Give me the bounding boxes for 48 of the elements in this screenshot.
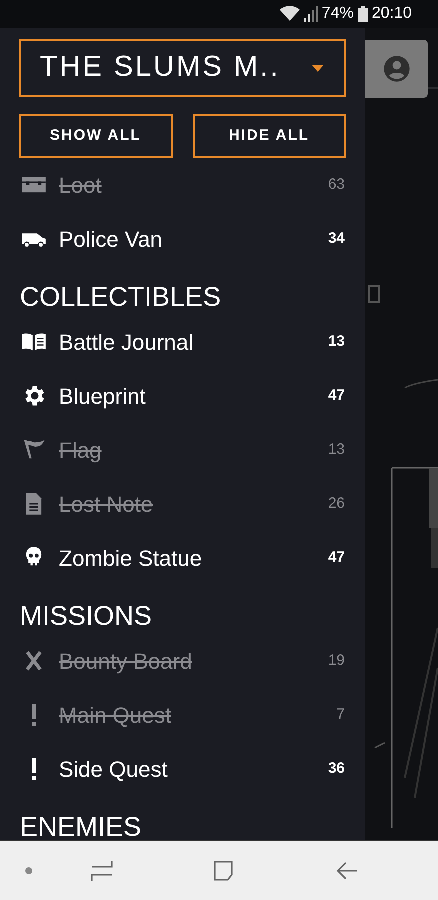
toggle-all-button[interactable]: SHOW ALL [19,114,172,158]
item-count: 13 [328,332,345,352]
item-label: Flag [59,436,103,465]
layer-item[interactable]: Blueprint 47 [0,369,365,423]
home-icon[interactable] [213,860,235,882]
item-label: Zombie Statue [59,544,204,572]
item-label: Side Quest [59,756,169,784]
item-count: 26 [328,494,345,514]
clock: 20:10 [372,4,412,24]
recent-apps-icon[interactable] [91,860,113,882]
profile-button[interactable] [365,40,428,98]
wifi-icon [280,6,300,22]
item-count: 34 [328,228,345,249]
layer-item[interactable]: Bounty Board 19 [0,634,365,688]
battery-percent: 74% [322,4,354,24]
section-heading: COLLECTIBLES [20,284,222,311]
item-count: 19 [328,650,345,671]
layer-item[interactable]: Loot 63 [0,158,365,212]
layer-item[interactable]: Zombie Statue 47 [0,531,365,585]
item-label: Bounty Board [59,648,194,676]
item-count: 63 [328,174,345,195]
section-heading: MISSIONS [20,603,152,630]
signal-icon [304,6,318,22]
item-label: Lost Note [59,490,154,518]
item-count: 47 [328,386,345,406]
account-icon [382,55,410,83]
layer-item[interactable]: Flag 13 [0,423,365,477]
layer-item[interactable]: Police Van 34 [0,212,365,266]
item-label: Loot [59,172,103,200]
item-count: 47 [328,548,345,568]
item-count: 13 [328,440,345,460]
layer-item[interactable]: Battle Journal 13 [0,315,365,369]
item-label: Main Quest [59,702,172,730]
map-dropdown[interactable]: THE SLUMS M.. [19,39,346,97]
dot-icon[interactable] [25,866,33,874]
item-count: 7 [336,704,345,725]
layer-item[interactable]: Main Quest 7 [0,688,365,742]
toggle-all-button[interactable]: HIDE ALL [192,114,346,158]
item-label: Blueprint [59,382,147,411]
layer-item[interactable]: Lost Note 26 [0,477,365,531]
layer-item[interactable]: Side Quest 36 [0,742,365,796]
item-label: Police Van [59,226,164,254]
item-label: Battle Journal [59,328,195,356]
item-count: 36 [328,758,345,779]
back-icon[interactable] [336,860,358,882]
dropdown-caret-icon [312,64,324,72]
battery-icon [358,6,368,22]
section-heading: ENEMIES [20,814,142,840]
